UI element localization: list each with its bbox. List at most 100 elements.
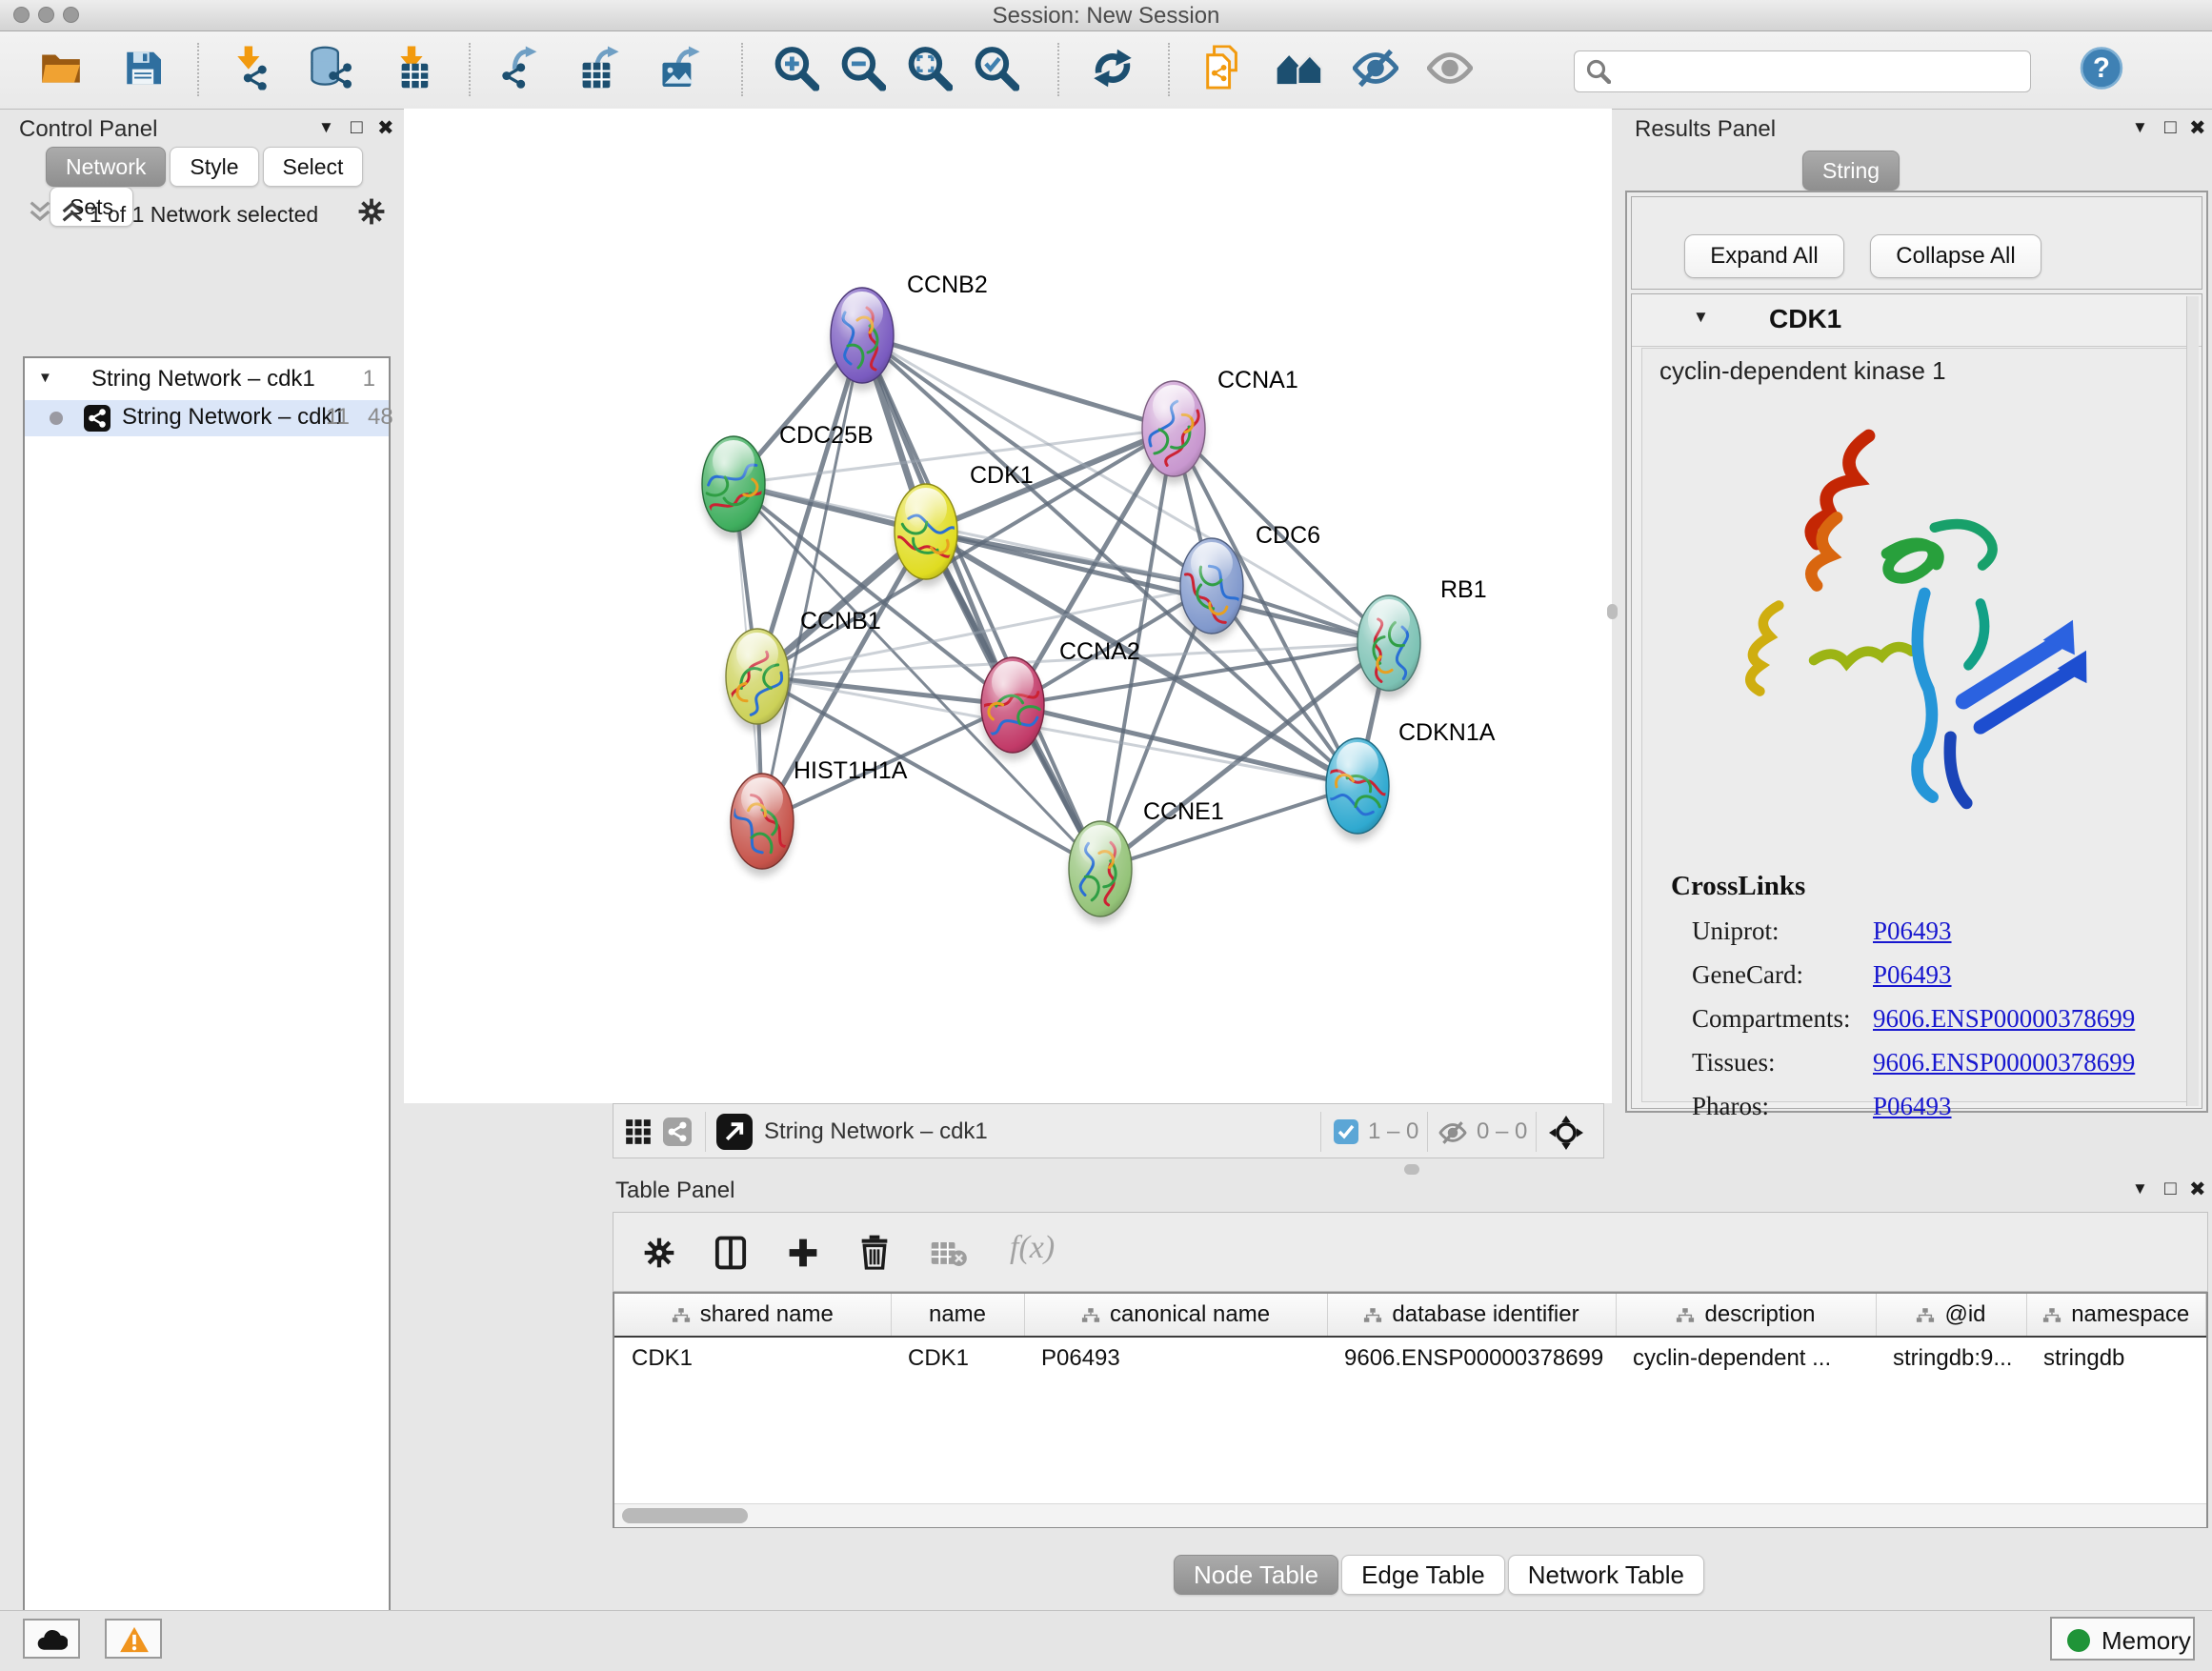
tab-network[interactable]: Network — [46, 147, 166, 187]
network-node-CDC6[interactable] — [1180, 538, 1245, 641]
network-tree-row-selected[interactable]: String Network – cdk1 11 48 — [25, 400, 389, 436]
column-header-shared-name[interactable]: shared name — [614, 1294, 891, 1337]
zoom-fit-icon[interactable] — [907, 45, 953, 95]
memory-button[interactable]: Memory — [2050, 1617, 2195, 1661]
hidden-items-eye-icon[interactable] — [1438, 1121, 1467, 1144]
results-scrollbar[interactable] — [2186, 296, 2199, 1106]
network-node-CCNA2[interactable] — [977, 657, 1045, 760]
zoom-out-icon[interactable] — [840, 45, 886, 95]
tab-network-table[interactable]: Network Table — [1508, 1555, 1704, 1595]
import-network-database-icon[interactable] — [309, 46, 354, 94]
cell-database-identifier[interactable]: 9606.ENSP00000378699 — [1327, 1337, 1616, 1379]
float-panel-icon[interactable]: □ — [351, 116, 363, 139]
function-builder-icon[interactable]: f(x) — [1010, 1230, 1055, 1266]
cell-canonical-name[interactable]: P06493 — [1024, 1337, 1327, 1379]
delete-table-icon[interactable] — [930, 1241, 968, 1266]
tab-node-table[interactable]: Node Table — [1174, 1555, 1338, 1595]
table-options-gear-icon[interactable] — [644, 1238, 674, 1268]
table-horizontal-scrollbar[interactable] — [614, 1503, 2206, 1527]
refresh-layout-icon[interactable] — [1091, 46, 1135, 94]
birds-eye-view-icon[interactable] — [1549, 1116, 1583, 1150]
network-options-gear-icon[interactable] — [358, 198, 385, 225]
column-header-id[interactable]: @id — [1876, 1294, 2026, 1337]
zoom-in-icon[interactable] — [774, 45, 819, 95]
tab-select[interactable]: Select — [263, 147, 364, 187]
collapse-all-button[interactable]: Collapse All — [1870, 234, 2041, 278]
network-edge-B2-E1[interactable] — [862, 335, 1100, 869]
zoom-selected-icon[interactable] — [974, 45, 1019, 95]
collapse-panel-icon[interactable]: ▼ — [318, 118, 334, 137]
tab-style[interactable]: Style — [170, 147, 258, 187]
export-network-icon[interactable] — [497, 46, 541, 94]
crosslink-genecard-link[interactable]: P06493 — [1873, 960, 1952, 990]
collapse-panel-icon[interactable]: ▼ — [2132, 118, 2148, 137]
search-input[interactable] — [1620, 55, 2024, 88]
import-table-icon[interactable] — [390, 46, 433, 94]
crosslink-tissues-link[interactable]: 9606.ENSP00000378699 — [1873, 1048, 2135, 1077]
cell-description[interactable]: cyclin-dependent ... — [1616, 1337, 1876, 1379]
column-header-canonical-name[interactable]: canonical name — [1024, 1294, 1327, 1337]
import-network-file-icon[interactable] — [228, 46, 271, 94]
export-table-icon[interactable] — [578, 46, 622, 94]
warnings-button[interactable] — [105, 1619, 162, 1659]
create-column-icon[interactable] — [787, 1236, 819, 1270]
network-node-CCNB2[interactable] — [831, 288, 894, 391]
cell-id[interactable]: stringdb:9... — [1876, 1337, 2026, 1379]
float-panel-icon[interactable]: □ — [2164, 1178, 2177, 1200]
node-table[interactable]: shared name name canonical name database… — [613, 1292, 2208, 1528]
column-header-namespace[interactable]: namespace — [2026, 1294, 2206, 1337]
network-node-RB1[interactable] — [1357, 595, 1420, 698]
help-icon[interactable]: ? — [2080, 46, 2123, 94]
section-expander-icon[interactable]: ▼ — [1693, 308, 1709, 327]
toolbar-divider — [1320, 1112, 1321, 1152]
export-image-icon[interactable] — [659, 46, 703, 94]
tab-string[interactable]: String — [1802, 151, 1900, 191]
duplicate-network-icon[interactable] — [1202, 45, 1248, 95]
crosslink-uniprot-link[interactable]: P06493 — [1873, 916, 1952, 946]
cell-namespace[interactable]: stringdb — [2026, 1337, 2206, 1379]
float-panel-icon[interactable]: □ — [2164, 116, 2177, 139]
crosslink-compartments-link[interactable]: 9606.ENSP00000378699 — [1873, 1004, 2135, 1034]
grid-view-icon[interactable] — [625, 1118, 652, 1145]
scrollbar-thumb[interactable] — [622, 1508, 748, 1523]
column-header-database-identifier[interactable]: database identifier — [1327, 1294, 1616, 1337]
save-session-icon[interactable] — [125, 50, 161, 91]
search-field[interactable] — [1574, 50, 2031, 92]
cloud-status-button[interactable] — [23, 1619, 80, 1659]
collapse-panel-icon[interactable]: ▼ — [2132, 1179, 2148, 1198]
open-network-view-icon[interactable] — [716, 1114, 753, 1150]
network-edge-B2-A1[interactable] — [862, 335, 1174, 429]
protein-header-row[interactable]: ▼ CDK1 — [1632, 294, 2202, 347]
expand-all-button[interactable]: Expand All — [1684, 234, 1844, 278]
close-panel-icon[interactable]: ✖ — [2189, 116, 2206, 140]
cell-name[interactable]: CDK1 — [891, 1337, 1024, 1379]
network-node-HIST1H1A[interactable] — [730, 774, 794, 876]
close-panel-icon[interactable]: ✖ — [377, 116, 394, 140]
network-node-CDKN1A[interactable] — [1319, 738, 1390, 841]
hide-selected-icon[interactable] — [1353, 48, 1398, 92]
network-edge-B2-H1[interactable] — [762, 335, 862, 821]
node-label-CDKN1A: CDKN1A — [1398, 719, 1496, 746]
table-row[interactable]: CDK1 CDK1 P06493 9606.ENSP00000378699 cy… — [614, 1337, 2206, 1379]
network-node-CCNE1[interactable] — [1069, 821, 1132, 924]
network-edge-KN-E1[interactable] — [1100, 786, 1357, 869]
network-view-type-icon[interactable] — [663, 1117, 692, 1146]
delete-column-icon[interactable] — [859, 1234, 890, 1270]
open-session-icon[interactable] — [41, 50, 81, 90]
tab-edge-table[interactable]: Edge Table — [1341, 1555, 1505, 1595]
network-node-CCNB1[interactable] — [724, 629, 791, 732]
close-panel-icon[interactable]: ✖ — [2189, 1178, 2206, 1201]
tree-expander-icon[interactable]: ▼ — [38, 370, 52, 386]
first-neighbors-icon[interactable] — [1276, 48, 1323, 92]
cell-shared-name[interactable]: CDK1 — [614, 1337, 891, 1379]
crosslink-pharos-link[interactable]: P06493 — [1873, 1092, 1952, 1121]
network-tree-root-row[interactable]: ▼ String Network – cdk1 1 — [25, 364, 389, 398]
network-node-CDK1[interactable] — [894, 484, 964, 587]
network-canvas[interactable]: CCNB2CCNA1CDC25BCDK1CDC6RB1CCNB1CCNA2CDK… — [404, 109, 1612, 1103]
show-columns-icon[interactable] — [714, 1236, 747, 1270]
column-header-name[interactable]: name — [891, 1294, 1024, 1337]
selected-nodes-checkbox-icon[interactable] — [1334, 1119, 1358, 1144]
show-all-icon[interactable] — [1427, 48, 1473, 92]
column-header-description[interactable]: description — [1616, 1294, 1876, 1337]
network-node-CCNA1[interactable] — [1141, 381, 1206, 484]
